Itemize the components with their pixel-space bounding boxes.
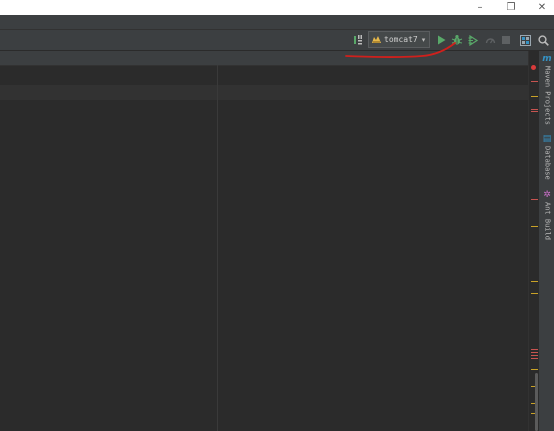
editor-area[interactable]	[0, 51, 528, 431]
tool-tab-ant-build[interactable]: ✲ Ant Build	[540, 191, 554, 240]
ant-icon: ✲	[543, 190, 551, 200]
database-icon: ▤	[542, 134, 552, 144]
error-marker[interactable]	[531, 199, 538, 200]
tool-tab-label: Maven Projects	[543, 66, 552, 126]
run-configuration-label: tomcat7	[384, 34, 418, 44]
warning-marker[interactable]	[531, 281, 538, 282]
error-status-icon[interactable]	[531, 65, 536, 70]
error-marker[interactable]	[531, 355, 538, 356]
search-icon[interactable]	[537, 32, 550, 48]
run-configuration-selector[interactable]: tomcat7 ▾	[368, 31, 430, 48]
chevron-down-icon: ▾	[421, 35, 426, 44]
error-marker[interactable]	[531, 109, 538, 110]
error-marker[interactable]	[531, 349, 538, 350]
run-icon[interactable]	[435, 32, 447, 48]
error-marker[interactable]	[531, 111, 538, 112]
warning-marker[interactable]	[531, 369, 538, 370]
right-tool-window-bar: m Maven Projects ▤ Database ✲ Ant Build	[538, 51, 554, 431]
error-marker[interactable]	[531, 81, 538, 82]
tool-tab-maven-projects[interactable]: m Maven Projects	[540, 54, 554, 126]
warning-marker[interactable]	[531, 226, 538, 227]
current-line-highlight	[0, 85, 528, 100]
error-marker[interactable]	[531, 352, 538, 353]
warning-marker[interactable]	[531, 96, 538, 97]
project-structure-icon[interactable]	[519, 32, 531, 48]
close-button[interactable]: ✕	[530, 0, 554, 15]
title-bar: – ❐ ✕	[0, 0, 554, 15]
maven-icon: m	[542, 54, 552, 64]
warning-marker[interactable]	[531, 293, 538, 294]
profile-icon[interactable]	[484, 32, 496, 48]
tool-tab-label: Database	[543, 146, 552, 180]
restore-button[interactable]: ❐	[499, 0, 523, 15]
ide-window: – ❐ ✕ tomcat7 ▾ m Maven Projects ▤ Datab…	[0, 0, 554, 431]
right-margin-guide	[217, 65, 218, 431]
editor-tab-bar	[0, 51, 528, 66]
coverage-icon[interactable]	[467, 32, 479, 48]
error-stripe[interactable]	[528, 51, 538, 431]
debug-icon[interactable]	[450, 32, 463, 48]
main-toolbar: tomcat7 ▾	[0, 30, 554, 51]
minimize-button[interactable]: –	[468, 0, 492, 15]
stop-icon[interactable]	[501, 32, 511, 48]
error-marker[interactable]	[531, 358, 538, 359]
tool-tab-database[interactable]: ▤ Database	[540, 135, 554, 180]
menu-bar	[0, 15, 554, 30]
tool-tab-label: Ant Build	[543, 202, 552, 240]
tomcat-icon	[371, 30, 382, 49]
build-sync-icon[interactable]	[352, 32, 364, 48]
